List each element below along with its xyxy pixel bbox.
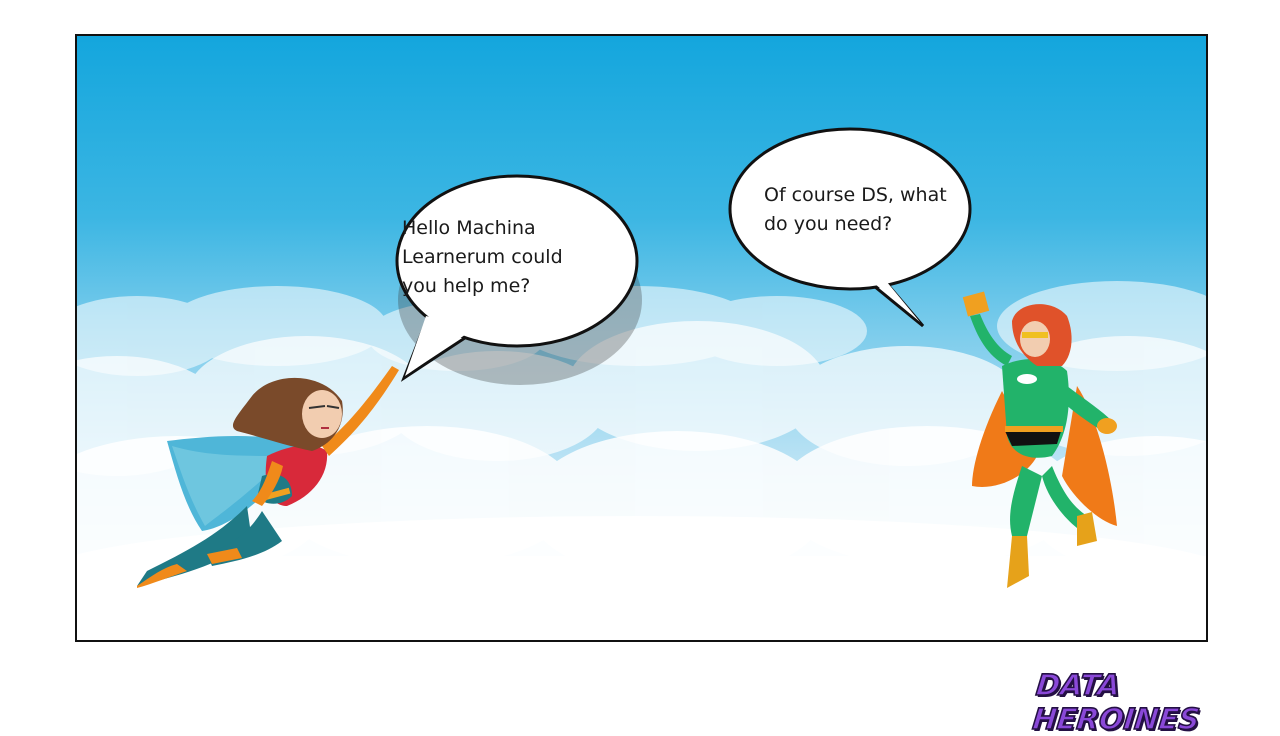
comic-scene xyxy=(77,127,1206,640)
comic-panel: Hello Machina Learnerum could you help m… xyxy=(75,34,1208,642)
speech-bubble-right-text: Of course DS, what do you need? xyxy=(764,184,947,235)
data-heroines-logo: DATA HEROINES xyxy=(1030,667,1202,736)
speech-bubble-left-text: Hello Machina Learnerum could you help m… xyxy=(402,217,563,297)
